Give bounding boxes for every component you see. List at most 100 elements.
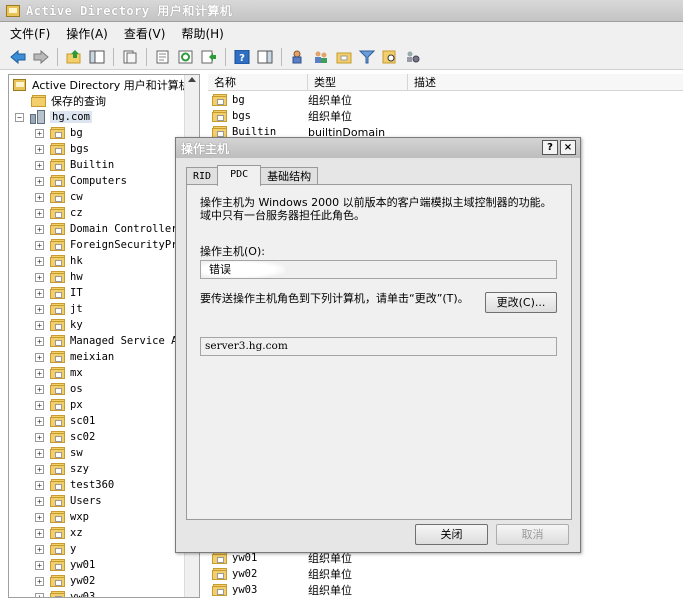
menu-file[interactable]: 文件(F): [10, 25, 50, 42]
expand-icon[interactable]: +: [35, 432, 44, 442]
action-pane-icon[interactable]: [255, 47, 275, 67]
list-row[interactable]: yw03 组织单位: [208, 582, 683, 598]
tree-item[interactable]: + ky: [35, 317, 83, 333]
expand-icon[interactable]: +: [35, 464, 44, 474]
tree-item[interactable]: + szy: [35, 461, 89, 477]
expand-icon[interactable]: +: [35, 448, 44, 458]
tree-item[interactable]: + test360: [35, 477, 114, 493]
tree-item[interactable]: + sc02: [35, 429, 95, 445]
dialog-close-button[interactable]: ×: [560, 140, 576, 155]
tree-item[interactable]: + Computers: [35, 173, 127, 189]
expand-icon[interactable]: +: [35, 160, 44, 170]
tab-infrastructure[interactable]: 基础结构: [260, 167, 319, 185]
tree-item-label: IT: [70, 287, 83, 299]
help-icon[interactable]: ?: [232, 47, 252, 67]
tree-item[interactable]: + Builtin: [35, 157, 114, 173]
column-type[interactable]: 类型: [308, 74, 408, 91]
list-row[interactable]: bg 组织单位: [208, 92, 683, 108]
tree-item[interactable]: + yw02: [35, 573, 95, 589]
dialog-title-bar: 操作主机 ? ×: [176, 138, 580, 158]
expand-icon[interactable]: +: [35, 544, 44, 554]
copy-icon[interactable]: [120, 47, 140, 67]
column-description[interactable]: 描述: [408, 74, 683, 91]
tree-item[interactable]: + cz: [35, 205, 83, 221]
refresh-icon[interactable]: [176, 47, 196, 67]
ou-icon[interactable]: [334, 47, 354, 67]
menu-help[interactable]: 帮助(H): [181, 25, 223, 42]
back-icon[interactable]: [8, 47, 28, 67]
expand-icon[interactable]: +: [35, 192, 44, 202]
expand-icon[interactable]: +: [35, 496, 44, 506]
tree-item[interactable]: + sc01: [35, 413, 95, 429]
menu-view[interactable]: 查看(V): [124, 25, 166, 42]
export-list-icon[interactable]: [199, 47, 219, 67]
tree-item[interactable]: + mx: [35, 365, 83, 381]
expand-icon[interactable]: +: [35, 416, 44, 426]
filter-icon[interactable]: [357, 47, 377, 67]
tree-item[interactable]: + px: [35, 397, 83, 413]
change-button[interactable]: 更改(C)...: [485, 292, 557, 313]
tree-item[interactable]: + wxp: [35, 509, 89, 525]
dialog-help-button[interactable]: ?: [542, 140, 558, 155]
tree-item[interactable]: + y: [35, 541, 76, 557]
close-button[interactable]: 关闭: [415, 524, 488, 545]
expand-icon[interactable]: +: [35, 272, 44, 282]
expand-icon[interactable]: +: [35, 592, 44, 597]
expand-icon[interactable]: +: [35, 560, 44, 570]
expand-icon[interactable]: +: [35, 288, 44, 298]
tree-saved-queries[interactable]: 保存的查询: [31, 93, 106, 109]
expand-icon[interactable]: +: [35, 176, 44, 186]
scroll-up-arrow-icon[interactable]: [188, 77, 196, 82]
menu-action[interactable]: 操作(A): [66, 25, 108, 42]
user-icon[interactable]: [288, 47, 308, 67]
expand-icon[interactable]: +: [35, 144, 44, 154]
list-row[interactable]: bgs 组织单位: [208, 108, 683, 124]
console-tree[interactable]: Active Directory 用户和计算机 保存的查询 − hg.com +…: [8, 74, 200, 598]
expand-icon[interactable]: +: [35, 320, 44, 330]
expand-icon[interactable]: +: [35, 352, 44, 362]
tab-pdc[interactable]: PDC: [217, 165, 262, 186]
expand-icon[interactable]: +: [35, 224, 44, 234]
delegate-icon[interactable]: [403, 47, 423, 67]
up-folder-icon[interactable]: [64, 47, 84, 67]
show-hide-tree-icon[interactable]: [87, 47, 107, 67]
expand-icon[interactable]: +: [35, 576, 44, 586]
properties-icon[interactable]: [153, 47, 173, 67]
collapse-icon[interactable]: −: [15, 112, 24, 122]
expand-icon[interactable]: +: [35, 208, 44, 218]
expand-icon[interactable]: +: [35, 336, 44, 346]
list-row[interactable]: yw02 组织单位: [208, 566, 683, 582]
tree-item[interactable]: + jt: [35, 301, 83, 317]
expand-icon[interactable]: +: [35, 368, 44, 378]
tree-item[interactable]: + yw01: [35, 557, 95, 573]
tree-item[interactable]: + hw: [35, 269, 83, 285]
tree-root[interactable]: Active Directory 用户和计算机: [13, 77, 190, 93]
expand-icon[interactable]: +: [35, 304, 44, 314]
column-name[interactable]: 名称: [208, 74, 308, 91]
expand-icon[interactable]: +: [35, 512, 44, 522]
expand-icon[interactable]: +: [35, 400, 44, 410]
tree-item[interactable]: + sw: [35, 445, 83, 461]
tab-rid[interactable]: RID: [186, 167, 219, 185]
tree-item[interactable]: + os: [35, 381, 83, 397]
tree-item[interactable]: + IT: [35, 285, 83, 301]
tree-item[interactable]: + bgs: [35, 141, 89, 157]
expand-icon[interactable]: +: [35, 240, 44, 250]
tree-item[interactable]: + Users: [35, 493, 102, 509]
tree-item[interactable]: + xz: [35, 525, 83, 541]
expand-icon[interactable]: +: [35, 384, 44, 394]
tree-domain[interactable]: − hg.com: [15, 109, 92, 125]
expand-icon[interactable]: +: [35, 256, 44, 266]
expand-icon[interactable]: +: [35, 528, 44, 538]
group-icon[interactable]: [311, 47, 331, 67]
expand-icon[interactable]: +: [35, 480, 44, 490]
tree-item[interactable]: + yw03: [35, 589, 95, 597]
tree-item[interactable]: + meixian: [35, 349, 114, 365]
tree-item[interactable]: + bg: [35, 125, 83, 141]
tree-item[interactable]: + hk: [35, 253, 83, 269]
expand-icon[interactable]: +: [35, 128, 44, 138]
find-icon[interactable]: [380, 47, 400, 67]
tree-item[interactable]: + Domain Controllers: [35, 221, 184, 237]
forward-icon[interactable]: [31, 47, 51, 67]
tree-item[interactable]: + cw: [35, 189, 83, 205]
